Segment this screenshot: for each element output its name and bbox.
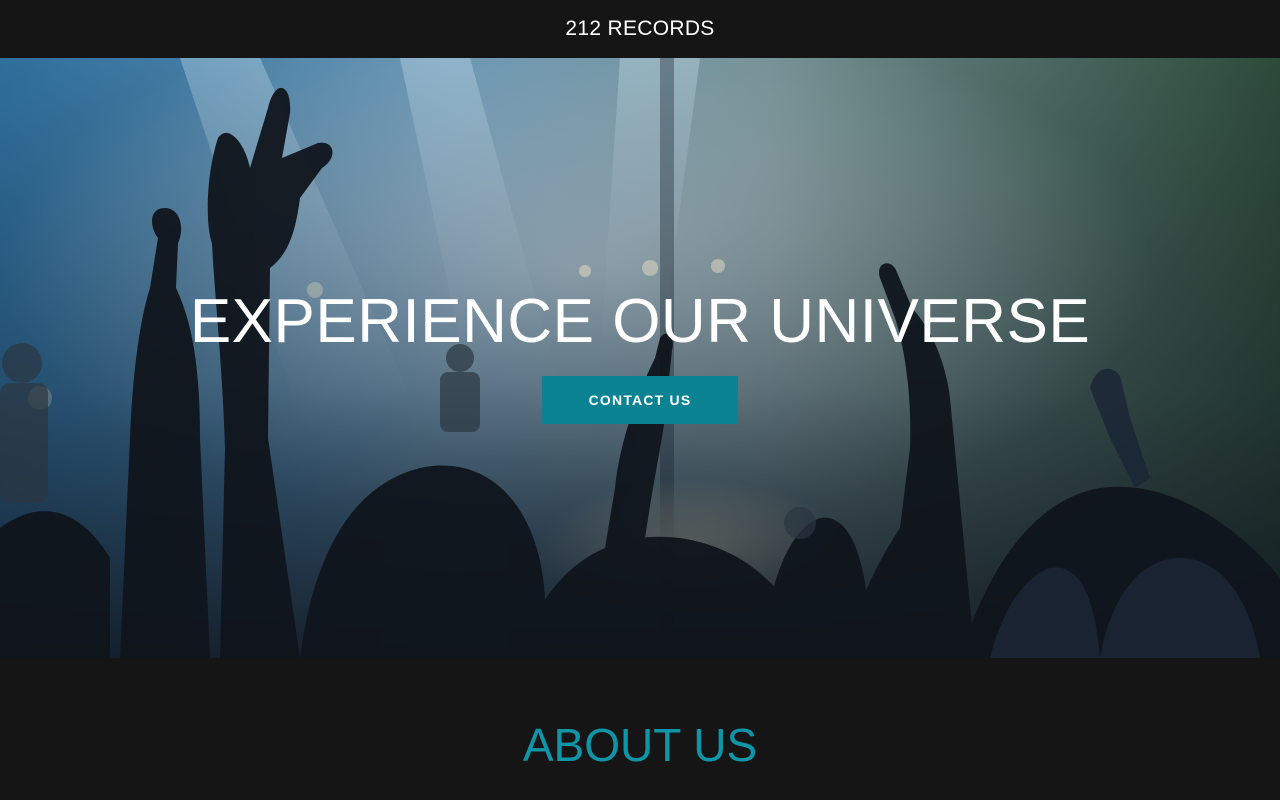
top-navbar: 212 RECORDS [0, 0, 1280, 58]
contact-us-button[interactable]: CONTACT US [542, 376, 738, 424]
about-section: ABOUT US [0, 658, 1280, 800]
brand-logo-link[interactable]: 212 RECORDS [565, 17, 714, 41]
hero-background-image [0, 58, 1280, 658]
hero-headline: EXPERIENCE OUR UNIVERSE [189, 287, 1091, 356]
about-heading: ABOUT US [522, 719, 758, 771]
hero-section: EXPERIENCE OUR UNIVERSE CONTACT US [0, 58, 1280, 658]
